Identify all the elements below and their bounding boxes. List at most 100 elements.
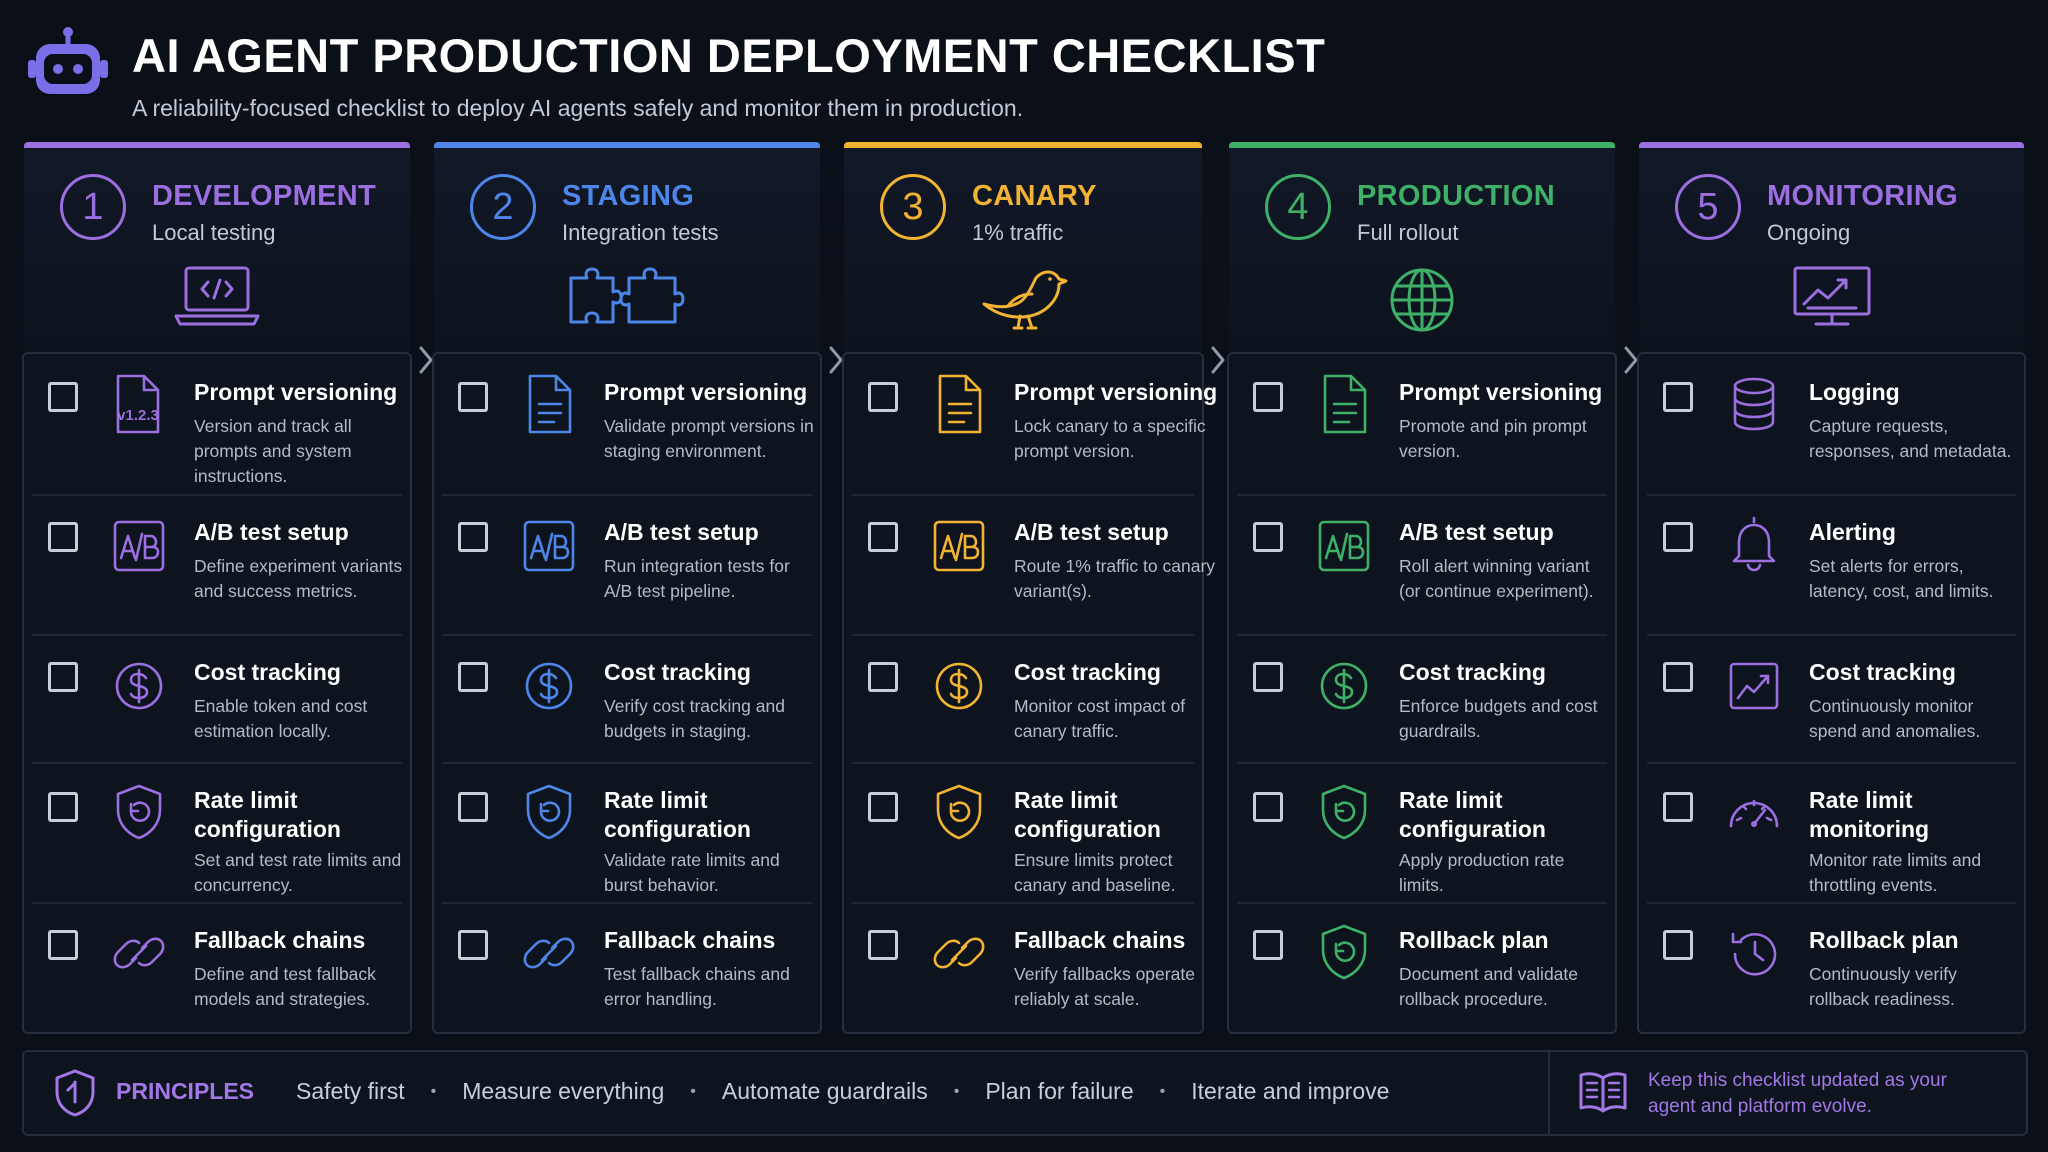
version-badge: v1.2.3 xyxy=(117,407,159,424)
link-icon xyxy=(520,920,578,984)
checklist-item-desc: Set alerts for errors, latency, cost, an… xyxy=(1809,556,1994,601)
checkbox[interactable] xyxy=(1663,522,1693,552)
stage-column-staging: 2 STAGING Integration tests Prompt versi… xyxy=(432,142,822,1034)
checklist-item-desc: Ensure limits protect canary and baselin… xyxy=(1014,850,1176,895)
ab-test-icon xyxy=(1315,512,1373,576)
checklist-item-desc: Promote and pin prompt version. xyxy=(1399,416,1587,461)
checklist-item-title: Prompt versioning xyxy=(604,379,808,405)
stage-subtitle: Integration tests xyxy=(562,220,719,245)
checkbox[interactable] xyxy=(1253,662,1283,692)
checklist-item-title: Fallback chains xyxy=(1014,927,1186,953)
principles-label: PRINCIPLES xyxy=(116,1078,255,1104)
stage-number: 4 xyxy=(1265,174,1331,240)
checkbox[interactable] xyxy=(458,662,488,692)
stage-checklist: Logging Capture requests, responses, and… xyxy=(1637,352,2026,1034)
principle-item: Plan for failure xyxy=(985,1078,1134,1104)
checklist-item: Fallback chains Verify fallbacks operate… xyxy=(852,902,1195,1030)
stage-accent-bar xyxy=(844,142,1202,148)
checkbox[interactable] xyxy=(1663,662,1693,692)
checklist-item: A/B test setup Run integration tests for… xyxy=(442,494,812,636)
checkbox[interactable] xyxy=(48,382,78,412)
checklist-item-title: A/B test setup xyxy=(604,519,759,545)
checklist-item: Fallback chains Define and test fallback… xyxy=(32,902,402,1030)
checkbox[interactable] xyxy=(1253,382,1283,412)
link-icon xyxy=(930,920,988,984)
checkbox[interactable] xyxy=(1663,930,1693,960)
ab-test-icon xyxy=(930,512,988,576)
principle-item: Iterate and improve xyxy=(1191,1078,1390,1104)
stage-header: 5 MONITORING Ongoing xyxy=(1639,142,2024,352)
checklist-item-desc: Define experiment variants and success m… xyxy=(194,556,403,601)
header: AI AGENT PRODUCTION DEPLOYMENT CHECKLIST… xyxy=(26,24,1325,124)
separator-dot: • xyxy=(953,1082,960,1100)
stage-number: 5 xyxy=(1675,174,1741,240)
checklist-item-title: Alerting xyxy=(1809,519,1896,545)
checkbox[interactable] xyxy=(1253,792,1283,822)
checkbox[interactable] xyxy=(48,522,78,552)
checkbox[interactable] xyxy=(868,792,898,822)
checklist-item-desc: Monitor cost impact of canary traffic. xyxy=(1014,696,1186,741)
checkbox[interactable] xyxy=(458,382,488,412)
checkbox[interactable] xyxy=(458,522,488,552)
checkbox[interactable] xyxy=(48,792,78,822)
checkbox[interactable] xyxy=(868,930,898,960)
checklist-item-title: Rate limit configuration xyxy=(1399,787,1546,842)
checklist-item-desc: Continuously monitor spend and anomalies… xyxy=(1809,696,1981,741)
checkbox[interactable] xyxy=(458,930,488,960)
stage-number: 1 xyxy=(60,174,126,240)
checklist-item-desc: Define and test fallback models and stra… xyxy=(194,964,376,1009)
checklist-item: Rollback plan Document and validate roll… xyxy=(1237,902,1607,1030)
checklist-item: Rate limit monitoring Monitor rate limit… xyxy=(1647,762,2016,904)
checklist-item: Rate limit configuration Apply productio… xyxy=(1237,762,1607,904)
checklist-item-desc: Set and test rate limits and concurrency… xyxy=(194,850,402,895)
checklist-item-title: Rate limit configuration xyxy=(194,787,341,842)
checkbox[interactable] xyxy=(48,662,78,692)
globe-icon xyxy=(1386,268,1458,340)
checklist-item: Rate limit configuration Set and test ra… xyxy=(32,762,402,904)
shield-refresh-icon xyxy=(110,780,168,844)
stage-header: 2 STAGING Integration tests xyxy=(434,142,820,352)
checkbox[interactable] xyxy=(48,930,78,960)
dollar-icon xyxy=(520,652,578,716)
checkbox[interactable] xyxy=(868,662,898,692)
footer-note: Keep this checklist updated as your agen… xyxy=(1648,1070,1947,1117)
checklist-item: Fallback chains Test fallback chains and… xyxy=(442,902,812,1030)
checklist-item: Prompt versioning Promote and pin prompt… xyxy=(1237,354,1607,496)
checklist-item-desc: Validate rate limits and burst behavior. xyxy=(604,850,780,895)
principles-list: Safety first • Measure everything • Automate… xyxy=(296,1078,1389,1105)
checklist-item-title: Rate limit configuration xyxy=(1014,787,1161,842)
checkbox[interactable] xyxy=(1253,930,1283,960)
checklist-item-desc: Route 1% traffic to canary variant(s). xyxy=(1014,556,1216,601)
puzzle-icon xyxy=(565,267,689,332)
laptop-code-icon xyxy=(172,266,262,332)
checklist-item-title: Fallback chains xyxy=(194,927,366,953)
separator-dot: • xyxy=(690,1082,696,1100)
stage-number: 2 xyxy=(470,174,536,240)
checkbox[interactable] xyxy=(1663,382,1693,412)
checklist-item-title: Prompt versioning xyxy=(194,379,398,405)
stage-subtitle: Full rollout xyxy=(1357,220,1459,245)
stage-accent-bar xyxy=(1639,142,2024,148)
checklist-item: Cost tracking Enforce budgets and cost g… xyxy=(1237,634,1607,764)
principle-item: Automate guardrails xyxy=(721,1078,928,1104)
checklist-item-title: Rollback plan xyxy=(1399,927,1549,953)
checkbox[interactable] xyxy=(868,382,898,412)
checkbox[interactable] xyxy=(868,522,898,552)
separator-dot: • xyxy=(1159,1082,1166,1100)
checklist-item-desc: Lock canary to a specific prompt version… xyxy=(1014,416,1206,461)
checklist-item-title: Rollback plan xyxy=(1809,927,1959,953)
checklist-item-desc: Apply production rate limits. xyxy=(1399,850,1565,895)
checklist-item: Rollback plan Continuously verify rollba… xyxy=(1647,902,2016,1030)
checkbox[interactable] xyxy=(458,792,488,822)
ab-test-icon xyxy=(110,512,168,576)
document-icon xyxy=(520,372,578,436)
checkbox[interactable] xyxy=(1663,792,1693,822)
checkbox[interactable] xyxy=(1253,522,1283,552)
stage-checklist: Prompt versioning Promote and pin prompt… xyxy=(1227,352,1617,1034)
bird-icon xyxy=(978,270,1068,338)
checklist-item: v1.2.3 Prompt versioning Version and tra… xyxy=(32,354,402,496)
principle-item: Safety first xyxy=(296,1078,405,1104)
checklist-item-title: Cost tracking xyxy=(194,659,341,685)
file-version-icon: v1.2.3 xyxy=(110,372,168,436)
checklist-item: A/B test setup Define experiment variant… xyxy=(32,494,402,636)
